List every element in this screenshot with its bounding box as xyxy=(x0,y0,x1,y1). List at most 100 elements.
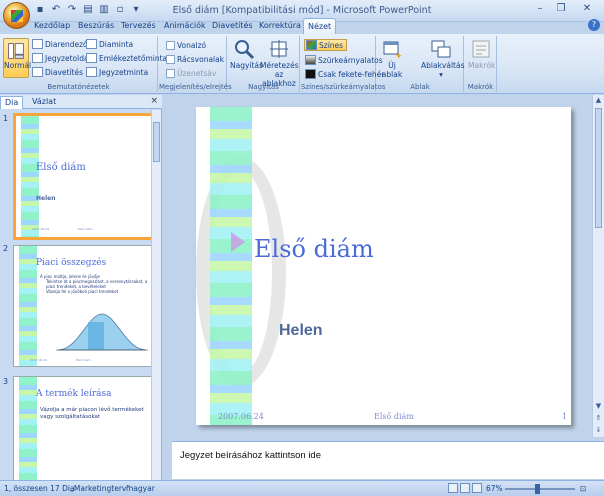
tab-nezet[interactable]: Nézet xyxy=(303,18,337,34)
slide-title[interactable]: Első diám xyxy=(254,235,374,263)
thumb-title: Első diám xyxy=(36,162,86,173)
group-label: Megjelenítés/elrejtés xyxy=(159,83,232,91)
filmstrip-decoration xyxy=(210,107,252,425)
diavetites-button[interactable]: Diavetítés xyxy=(32,67,83,77)
language-indicator[interactable]: magyar xyxy=(126,484,155,493)
slide-subtitle[interactable]: Helen xyxy=(279,322,323,340)
tab-vazlat[interactable]: Vázlat xyxy=(28,96,60,109)
slideshow-icon[interactable] xyxy=(472,483,482,493)
next-slide-icon[interactable]: ⇓ xyxy=(593,425,604,436)
uzenetsav-checkbox[interactable]: Üzenetsáv xyxy=(166,69,216,78)
slide-sorter-icon[interactable] xyxy=(460,483,470,493)
normal-view-icon[interactable] xyxy=(448,483,458,493)
magnifier-icon xyxy=(235,40,255,60)
tab-animaciok[interactable]: Animációk xyxy=(160,18,210,34)
slide-footer-date: 2007.06.24 xyxy=(218,412,264,421)
diaminta-button[interactable]: Diaminta xyxy=(86,39,133,49)
slide-counter: 1, összesen 17 Dia xyxy=(4,484,75,493)
group-label: Bemutatónézetek xyxy=(47,83,110,91)
slide-footer-title: Első diám xyxy=(374,412,414,421)
thumbnail-list: 1 Első diám Helen 2007.06.24 Első diám 2… xyxy=(0,110,152,480)
meretezes-button[interactable]: Méretezés az ablakhoz xyxy=(260,38,299,88)
uj-ablak-button[interactable]: ✦ Új ablak xyxy=(381,38,403,79)
zoom-level[interactable]: 67% xyxy=(486,484,503,493)
switch-windows-icon xyxy=(431,40,451,58)
makrok-button[interactable]: Makrók xyxy=(468,38,495,70)
pane-scrollbar[interactable] xyxy=(151,110,161,480)
szines-button[interactable]: Színes xyxy=(304,39,348,51)
group-label: Színes/szürkeárnyalatos xyxy=(301,83,386,91)
editor-scrollbar[interactable]: ▲ ▼ ⇑ ⇓ xyxy=(592,95,604,437)
checkbox-icon xyxy=(166,55,175,64)
diarendezo-button[interactable]: Diarendező xyxy=(32,39,88,49)
group-ablak: ✦ Új ablak Ablakváltás ▾ Ablak xyxy=(377,36,464,92)
status-bar: 1, összesen 17 Dia „Marketingterv” magya… xyxy=(0,480,604,496)
scroll-thumb[interactable] xyxy=(153,122,160,162)
group-label: Ablak xyxy=(410,83,430,91)
notes-master-icon xyxy=(86,67,97,77)
tab-diavetites[interactable]: Diavetítés xyxy=(208,18,257,34)
minimize-icon[interactable]: – xyxy=(530,2,550,17)
ablakvaltas-button[interactable]: Ablakváltás ▾ xyxy=(421,38,464,79)
vonalzo-checkbox[interactable]: Vonalzó xyxy=(166,41,206,50)
current-slide[interactable]: Első diám Helen 2007.06.24 Első diám 1 xyxy=(196,107,571,425)
help-icon[interactable]: ? xyxy=(588,19,600,31)
tab-korrektura[interactable]: Korrektúra xyxy=(255,18,305,34)
thumb-bullet: Tekintse át a piacmegoszlást, a versenyt… xyxy=(46,279,148,289)
group-label: Nagyítás xyxy=(248,83,279,91)
window-controls: – ❐ ✕ xyxy=(530,2,602,17)
ribbon-tabs: Kezdőlap Beszúrás Tervezés Animációk Dia… xyxy=(0,17,604,34)
normal-view-button[interactable]: Normál xyxy=(3,38,31,78)
prev-slide-icon[interactable]: ⇑ xyxy=(593,413,604,424)
notes-placeholder[interactable]: Jegyzet beírásához kattintson ide xyxy=(180,450,321,461)
close-icon[interactable]: ✕ xyxy=(572,2,602,17)
tab-kezdolap[interactable]: Kezdőlap xyxy=(30,18,74,34)
checkbox-icon xyxy=(166,69,175,78)
slide-editor: Első diám Helen 2007.06.24 Első diám 1 ▲… xyxy=(172,95,604,437)
emlekeztetominta-button[interactable]: Emlékeztetőminta xyxy=(86,53,167,63)
fekete-feher-button[interactable]: Csak fekete-fehér xyxy=(305,69,384,79)
slide-number: 1 xyxy=(3,114,9,123)
slide-thumbnail-1[interactable]: Első diám Helen 2007.06.24 Első diám xyxy=(13,113,152,240)
racsvonalak-checkbox[interactable]: Rácsvonalak xyxy=(166,55,224,64)
thumb-footer-date: 2007.06.24 xyxy=(32,227,50,231)
slide-thumbnail-3[interactable]: A termék leírása Vázolja a már piacon lé… xyxy=(13,376,152,480)
close-pane-icon[interactable]: × xyxy=(150,96,158,106)
group-megjelenites: Vonalzó Rácsvonalak Üzenetsáv Megjelenít… xyxy=(159,36,232,92)
normal-view-icon xyxy=(8,43,24,59)
slide-thumbnail-2[interactable]: Piaci összegzés A piac múltja, jelene és… xyxy=(13,245,152,367)
jegyzetminta-button[interactable]: Jegyzetminta xyxy=(86,67,148,77)
group-nagyitas: Nagyítás Méretezés az ablakhoz Nagyítás xyxy=(228,36,300,92)
scroll-up-icon[interactable]: ▲ xyxy=(593,95,604,106)
notes-pane[interactable]: Jegyzet beírásához kattintson ide xyxy=(172,441,604,479)
restore-icon[interactable]: ❐ xyxy=(551,2,571,17)
nagyitas-button[interactable]: Nagyítás xyxy=(230,38,263,70)
fit-slide-icon[interactable]: ⊡ xyxy=(580,484,586,493)
szurkearnyalatos-button[interactable]: Szürkeárnyalatos xyxy=(305,55,383,65)
slides-pane: Dia Vázlat × 1 Első diám Helen 2007.06.2… xyxy=(0,95,162,480)
color-icon xyxy=(306,40,317,50)
checkbox-icon xyxy=(166,41,175,50)
theme-name[interactable]: „Marketingterv” xyxy=(70,484,130,493)
grayscale-icon xyxy=(305,55,316,65)
bell-curve-chart xyxy=(56,313,148,351)
thumb-footer-title: Első diám xyxy=(78,227,93,231)
tab-tervezes[interactable]: Tervezés xyxy=(117,18,160,34)
zoom-slider[interactable] xyxy=(505,488,575,490)
jegyzetoldal-button[interactable]: Jegyzetoldal xyxy=(32,53,91,63)
scroll-thumb[interactable] xyxy=(595,108,602,228)
thumb-title: Piaci összegzés xyxy=(36,258,107,268)
macro-icon xyxy=(472,40,490,58)
handout-master-icon xyxy=(86,53,97,63)
thumb-footer-title: Első diám xyxy=(76,358,91,362)
filmstrip-decoration xyxy=(21,116,39,237)
tab-dia[interactable]: Dia xyxy=(0,96,24,109)
zoom-slider-knob[interactable] xyxy=(535,484,540,494)
new-window-icon: ✦ xyxy=(383,41,403,60)
office-logo-icon xyxy=(11,10,23,22)
scroll-down-icon[interactable]: ▼ xyxy=(593,401,604,412)
window-title: Első diám [Kompatibilitási mód] - Micros… xyxy=(172,5,432,16)
tab-beszuras[interactable]: Beszúrás xyxy=(74,18,118,34)
office-button[interactable] xyxy=(3,2,30,29)
fit-to-window-icon xyxy=(270,40,288,58)
